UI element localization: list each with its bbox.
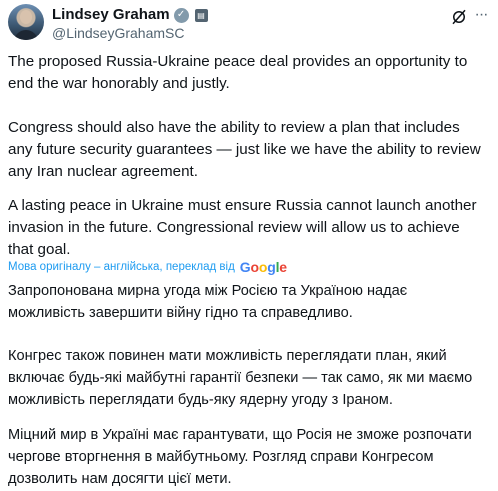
google-logo: Google	[239, 259, 287, 275]
post-paragraph-3: A lasting peace in Ukraine must ensure R…	[8, 197, 477, 258]
translation-notice[interactable]: Мова оригіналу – англійська, переклад ві…	[8, 258, 287, 276]
avatar-face	[20, 10, 32, 24]
grok-icon[interactable]	[450, 8, 468, 26]
post-header: Lindsey Graham ✓ ▤ @LindseyGrahamSC ···	[8, 4, 490, 44]
author-handle[interactable]: @LindseyGrahamSC	[52, 25, 185, 42]
avatar[interactable]	[8, 4, 44, 40]
post-paragraph-1: The proposed Russia-Ukraine peace deal p…	[8, 53, 468, 92]
government-account-icon[interactable]: ▤	[194, 8, 208, 22]
translated-paragraph-1: Запропонована мирна угода між Росією та …	[8, 283, 408, 321]
more-icon[interactable]: ···	[472, 6, 490, 26]
translated-paragraph-3: Міцний мир в Україні має гарантувати, що…	[8, 427, 472, 487]
verified-badge-icon[interactable]: ✓	[173, 7, 189, 23]
avatar-suit	[14, 30, 38, 40]
author-name[interactable]: Lindsey Graham	[52, 6, 170, 24]
author-name-row: Lindsey Graham ✓ ▤	[52, 6, 208, 24]
translation-notice-text[interactable]: Мова оригіналу – англійська, переклад ві…	[8, 258, 235, 276]
translated-paragraph-2: Конгрес також повинен мати можливість пе…	[8, 348, 473, 408]
post-paragraph-2: Congress should also have the ability to…	[8, 119, 481, 180]
